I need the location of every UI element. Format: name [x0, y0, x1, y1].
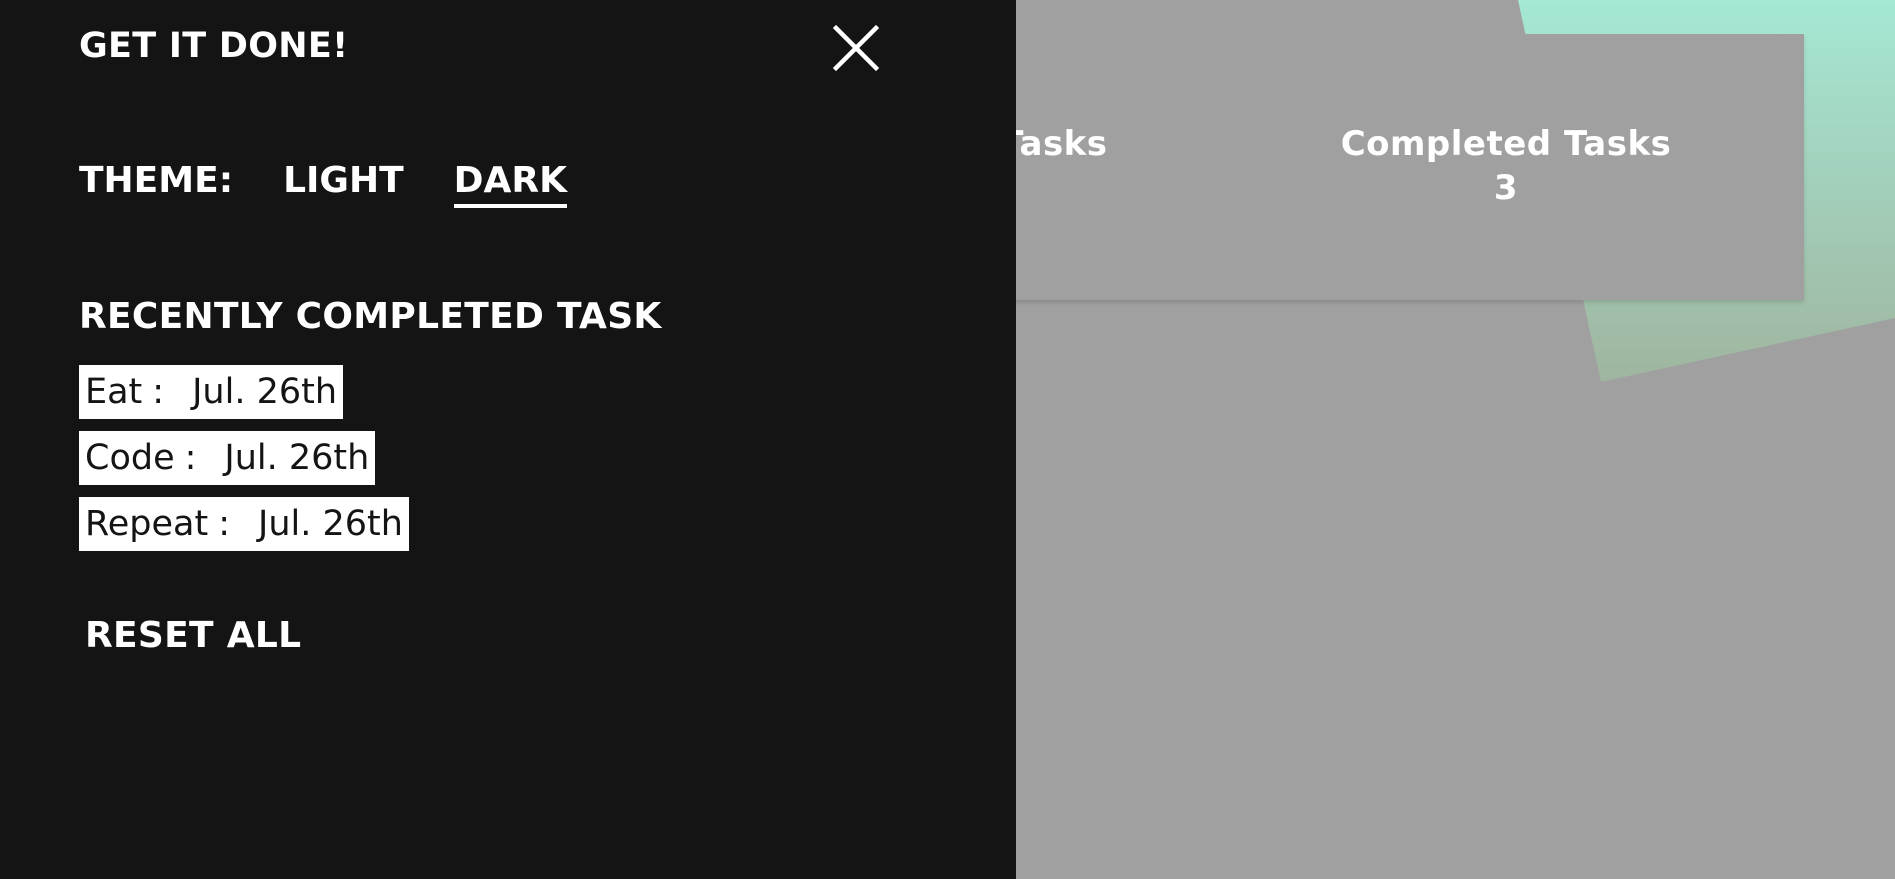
list-item: Eat: Jul. 26th: [79, 365, 409, 431]
recent-task-name: Eat: [85, 372, 143, 412]
side-menu: GET IT DONE! THEME: LIGHT DARK RECENTLY …: [0, 0, 1016, 879]
list-item: Repeat: Jul. 26th: [79, 497, 409, 563]
list-item: Code: Jul. 26th: [79, 431, 409, 497]
brand-title: GET IT DONE!: [79, 26, 349, 66]
stat-completed-label: Completed Tasks: [1340, 124, 1672, 164]
recent-task-name: Repeat: [85, 504, 209, 544]
recent-tasks-list: Eat: Jul. 26th Code: Jul. 26th Repeat: Jul.…: [79, 365, 409, 563]
recent-task-separator: :: [184, 438, 197, 478]
theme-label: THEME:: [79, 160, 234, 201]
recent-task-date: Jul. 26th: [192, 372, 338, 412]
theme-option-light[interactable]: LIGHT: [283, 160, 404, 204]
close-icon: [832, 24, 880, 72]
reset-all-button[interactable]: RESET ALL: [85, 615, 301, 656]
theme-selector: THEME: LIGHT DARK: [79, 160, 617, 212]
recent-task-chip: Repeat: Jul. 26th: [79, 497, 409, 551]
theme-option-dark[interactable]: DARK: [453, 160, 568, 208]
recent-task-separator: :: [152, 372, 165, 412]
recent-task-chip: Code: Jul. 26th: [79, 431, 376, 485]
recent-task-name: Code: [85, 438, 175, 478]
recent-tasks-heading: RECENTLY COMPLETED TASK: [79, 296, 662, 337]
close-menu-button[interactable]: [832, 24, 880, 72]
recent-task-date: Jul. 26th: [224, 438, 370, 478]
recent-task-separator: :: [218, 504, 230, 544]
stat-completed-value: 3: [1493, 168, 1519, 208]
recent-task-chip: Eat: Jul. 26th: [79, 365, 344, 419]
recent-task-date: Jul. 26th: [258, 504, 403, 544]
stat-completed-tasks: Completed Tasks 3: [1306, 122, 1706, 210]
